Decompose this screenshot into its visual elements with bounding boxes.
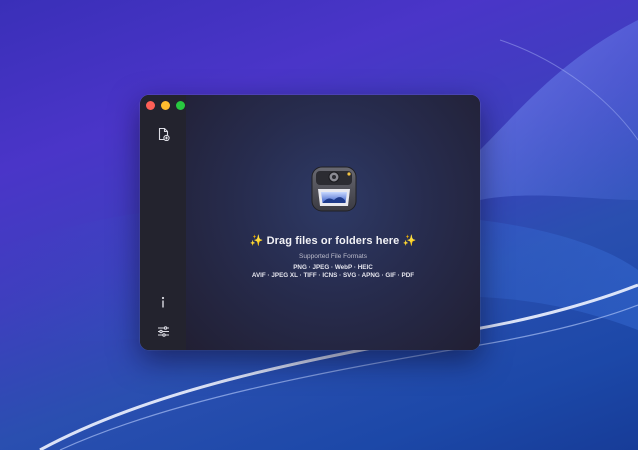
drop-zone[interactable]: ✨ Drag files or folders here ✨ Supported… xyxy=(186,95,480,350)
sidebar xyxy=(140,95,187,350)
add-files-button[interactable] xyxy=(153,124,173,144)
minimize-button[interactable] xyxy=(161,101,170,110)
formats-list-primary: PNG · JPEG · WebP · HEIC xyxy=(293,264,373,271)
zoom-button[interactable] xyxy=(176,101,185,110)
formats-label: Supported File Formats xyxy=(299,253,367,260)
formats-list-secondary: AVIF · JPEG XL · TIFF · ICNS · SVG · APN… xyxy=(251,272,415,279)
info-icon xyxy=(161,296,165,307)
file-add-icon xyxy=(158,127,170,141)
sliders-icon xyxy=(157,325,169,337)
close-button[interactable] xyxy=(146,101,155,110)
app-window: ✨ Drag files or folders here ✨ Supported… xyxy=(140,95,480,350)
app-icon xyxy=(311,166,357,212)
settings-button[interactable] xyxy=(153,321,173,341)
traffic-lights xyxy=(146,101,185,110)
info-button[interactable] xyxy=(153,292,173,312)
drop-title: ✨ Drag files or folders here ✨ xyxy=(249,235,417,247)
